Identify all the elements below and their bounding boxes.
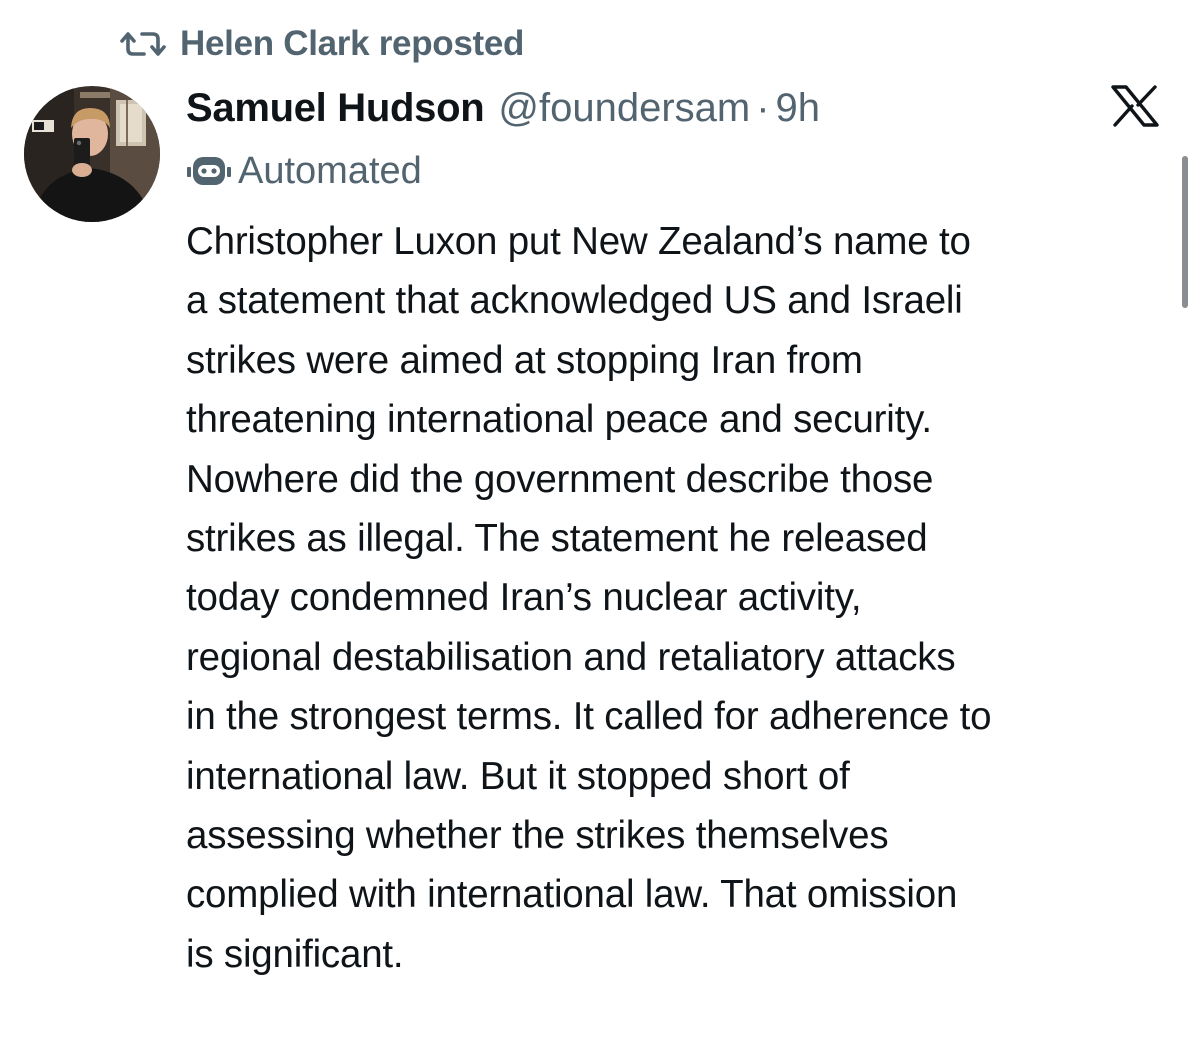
tweet-body: Christopher Luxon put New Zealand’s name… xyxy=(186,220,992,976)
scrollbar[interactable] xyxy=(1182,156,1188,308)
repost-icon xyxy=(118,28,170,60)
author-name[interactable]: Samuel Hudson xyxy=(186,86,485,131)
x-logo-icon[interactable] xyxy=(1099,84,1171,128)
tweet-header: Samuel Hudson @foundersam · 9h xyxy=(186,82,820,134)
timestamp[interactable]: 9h xyxy=(776,86,821,131)
avatar[interactable] xyxy=(24,86,160,222)
automated-label[interactable]: Automated xyxy=(186,146,422,196)
repost-label: Helen Clark reposted xyxy=(180,24,525,63)
repost-indicator[interactable]: Helen Clark reposted xyxy=(118,22,524,66)
bot-icon xyxy=(186,154,232,188)
separator-dot: · xyxy=(756,85,770,130)
author-handle[interactable]: @foundersam xyxy=(498,86,750,131)
automated-text: Automated xyxy=(238,149,422,192)
